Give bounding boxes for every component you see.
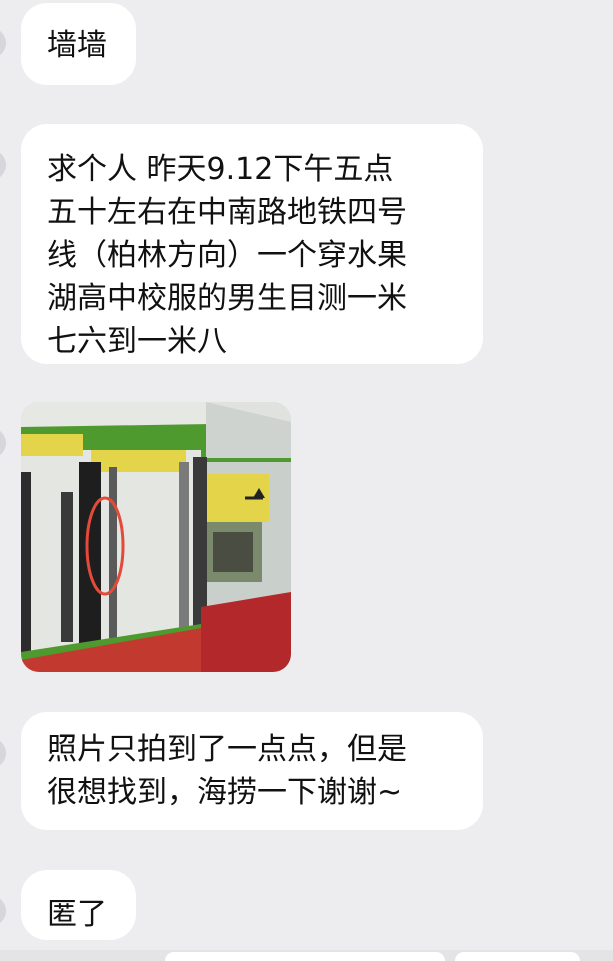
chat-window: 墙墙 求个人 昨天9.12下午五点 五十左右在中南路地铁四号 线（柏林方向）一个… xyxy=(0,0,613,961)
message-text: 求个人 昨天9.12下午五点 xyxy=(47,152,394,187)
message-text: 很想找到，海捞一下谢谢~ xyxy=(47,775,403,810)
message-text: 湖高中校服的男生目测一米 xyxy=(47,281,407,316)
message-bubble[interactable]: 匿了 xyxy=(21,870,136,940)
avatar[interactable] xyxy=(0,896,6,926)
message-text: 墙墙 xyxy=(47,28,107,63)
subway-photo-message[interactable] xyxy=(21,402,291,672)
message-text: 匿了 xyxy=(47,897,107,932)
message-text: 七六到一米八 xyxy=(47,324,227,359)
message-text: 线（柏林方向）一个穿水果 xyxy=(47,238,407,273)
message-bubble[interactable]: 墙墙 xyxy=(21,3,136,85)
avatar[interactable] xyxy=(0,28,6,58)
avatar[interactable] xyxy=(0,738,6,768)
message-bubble[interactable]: 照片只拍到了一点点，但是 很想找到，海捞一下谢谢~ xyxy=(21,712,483,830)
subway-photo-icon xyxy=(21,402,291,672)
message-text: 五十左右在中南路地铁四号 xyxy=(47,195,407,230)
message-bubble[interactable]: 求个人 昨天9.12下午五点 五十左右在中南路地铁四号 线（柏林方向）一个穿水果… xyxy=(21,124,483,364)
message-bubble[interactable] xyxy=(165,952,445,961)
avatar[interactable] xyxy=(0,150,6,180)
message-bubble[interactable] xyxy=(455,952,580,961)
message-text: 照片只拍到了一点点，但是 xyxy=(47,732,407,767)
avatar[interactable] xyxy=(0,428,6,458)
